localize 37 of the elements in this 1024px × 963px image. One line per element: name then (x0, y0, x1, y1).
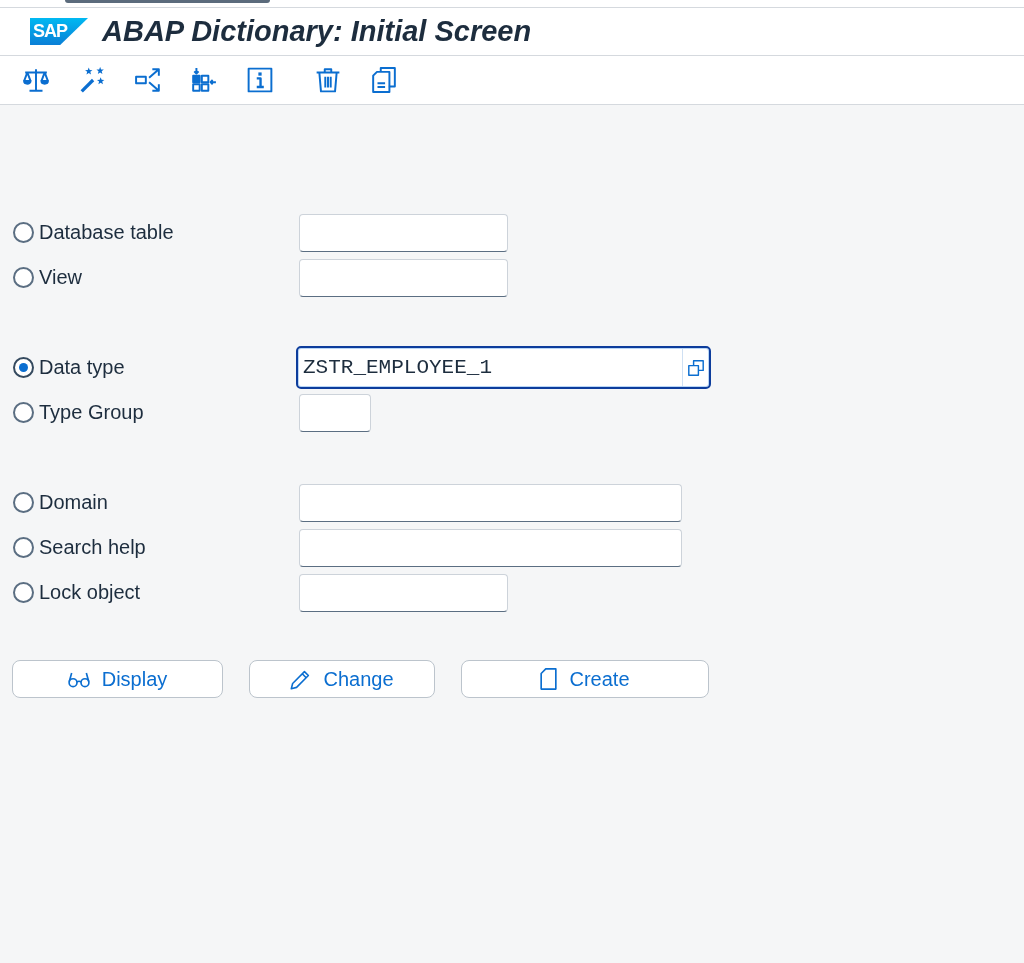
input-field[interactable] (299, 213, 508, 252)
glasses-icon (67, 670, 90, 688)
input-field[interactable] (299, 393, 371, 432)
field-label: View (39, 266, 83, 289)
action-button[interactable]: Display (12, 660, 223, 698)
document-icon (540, 668, 558, 690)
overlapping-squares-icon (687, 359, 704, 376)
radio-button[interactable] (13, 222, 34, 243)
grid-arrows-icon[interactable] (191, 67, 217, 93)
field-label: Domain (39, 491, 109, 514)
field-label: Search help (39, 536, 147, 559)
field-label: Lock object (39, 581, 142, 604)
action-button[interactable]: Change (249, 660, 435, 698)
scale-icon[interactable] (23, 67, 49, 93)
radio-button[interactable] (13, 267, 34, 288)
input-field[interactable] (299, 483, 682, 522)
rectangle-arrows-icon[interactable] (135, 67, 161, 93)
magic-wand-icon[interactable] (79, 67, 105, 93)
radio-button[interactable] (13, 492, 34, 513)
logo: SAP (30, 18, 88, 45)
window-title: ABAP Dictionary: Initial Screen (102, 15, 532, 48)
radio-button[interactable] (13, 357, 34, 378)
input-field[interactable] (299, 573, 508, 612)
copy-icon[interactable] (371, 67, 397, 93)
radio-button[interactable] (13, 582, 34, 603)
radio-button[interactable] (13, 537, 34, 558)
field-label: Data type (39, 356, 126, 379)
info-icon[interactable] (247, 67, 273, 93)
radio-button[interactable] (13, 402, 34, 423)
input-field[interactable] (299, 528, 682, 567)
trash-icon[interactable] (315, 67, 341, 93)
field-label: Type Group (39, 401, 145, 424)
input-field[interactable] (299, 258, 508, 297)
pencil-icon (290, 668, 312, 690)
field-label: Database table (39, 221, 175, 244)
input-field[interactable]: ZSTR_EMPLOYEE_1 (296, 346, 711, 389)
action-button[interactable]: Create (461, 660, 709, 698)
